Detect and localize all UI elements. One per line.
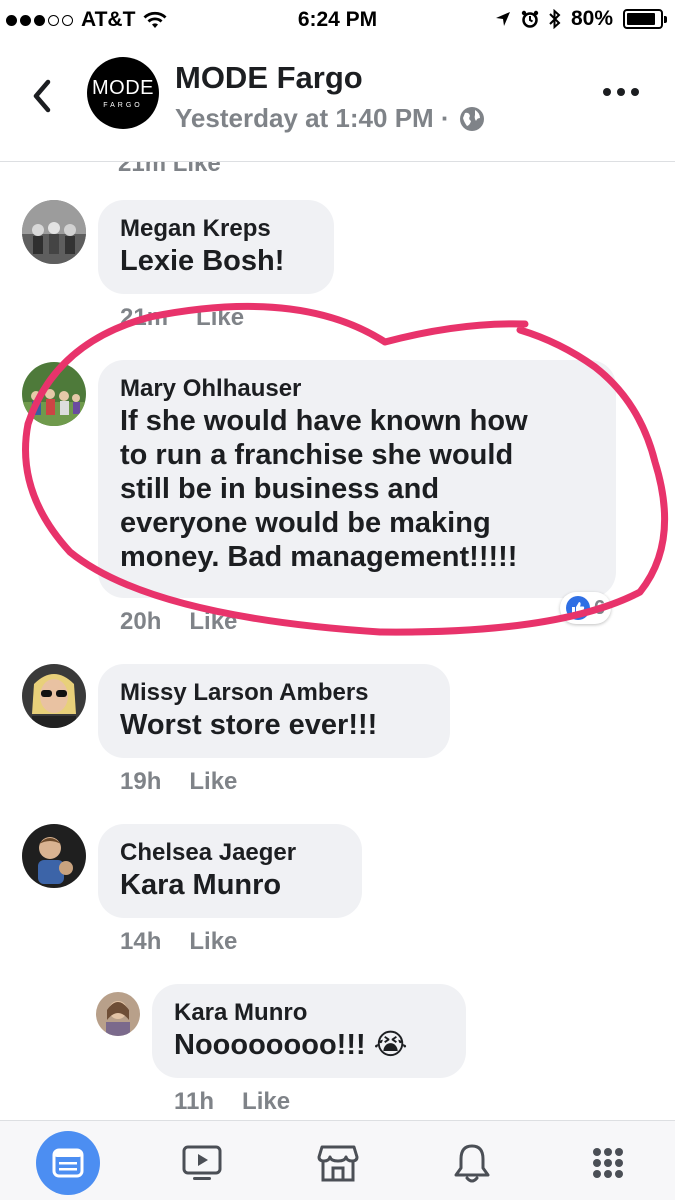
like-button[interactable]: Like — [196, 304, 244, 332]
comment-bubble[interactable]: Mary Ohlhauser If she would have known h… — [98, 360, 616, 598]
post-header: MODE FARGO MODE Fargo Yesterday at 1:40 … — [0, 40, 675, 162]
menu-tab[interactable] — [576, 1131, 640, 1195]
alarm-icon — [521, 10, 539, 28]
globe-icon — [459, 106, 484, 131]
reaction-count[interactable]: 6 — [560, 592, 612, 624]
comment-author[interactable]: Missy Larson Ambers — [120, 678, 430, 708]
comment-time: 14h — [120, 928, 162, 955]
battery-icon — [623, 9, 667, 29]
location-arrow-icon — [495, 12, 510, 26]
comment-time: 21m — [120, 304, 169, 331]
avatar[interactable] — [22, 200, 86, 264]
avatar[interactable] — [22, 664, 86, 728]
comment-time: 11h — [174, 1088, 215, 1115]
logo-text: MODE — [92, 77, 154, 99]
back-chevron-icon[interactable] — [28, 76, 56, 116]
comment-text-line: everyone would be making — [120, 507, 491, 539]
comment-meta: 21m Like — [120, 304, 244, 332]
page-logo[interactable]: MODE FARGO — [87, 57, 159, 129]
video-icon — [182, 1145, 222, 1180]
comment-author[interactable]: Chelsea Jaeger — [120, 838, 342, 868]
post-timestamp: Yesterday at 1:40 PM · — [175, 103, 486, 134]
avatar[interactable] — [22, 362, 86, 426]
marketplace-tab[interactable] — [306, 1131, 370, 1195]
comment-text-line: to run a franchise she would — [120, 439, 514, 471]
comment-text: Kara Munro — [120, 869, 282, 901]
comment-bubble[interactable]: Chelsea Jaeger Kara Munro — [98, 824, 362, 918]
marketplace-icon — [317, 1145, 359, 1182]
comment-meta: 11h Like — [174, 1088, 290, 1116]
status-bar: AT&T 6:24 PM 80% — [0, 0, 675, 40]
comment-text-line: money. Bad management!!!!! — [120, 541, 518, 573]
comment-meta: 20h Like — [120, 608, 237, 636]
comment-text: Lexie Bosh! — [120, 245, 285, 277]
comment-time: 19h — [120, 768, 162, 795]
avatar[interactable] — [96, 992, 140, 1036]
comment-text: Worst store ever!!! — [120, 709, 378, 741]
clipped-comment-meta: 21m Like — [118, 162, 221, 177]
logo-subtext: FARGO — [103, 102, 143, 109]
more-options-icon[interactable] — [603, 88, 639, 96]
battery-percent: 80% — [570, 7, 613, 30]
like-button[interactable]: Like — [189, 768, 237, 796]
reaction-number: 6 — [594, 596, 606, 619]
like-button[interactable]: Like — [242, 1088, 290, 1116]
comment-bubble[interactable]: Missy Larson Ambers Worst store ever!!! — [98, 664, 450, 758]
comment-meta: 19h Like — [120, 768, 237, 796]
timestamp-text: Yesterday at 1:40 PM · — [175, 103, 450, 133]
like-reaction-icon — [566, 596, 590, 620]
comment-text-line: still be in business and — [120, 473, 440, 505]
like-button[interactable]: Like — [189, 928, 237, 956]
bottom-tab-bar — [0, 1120, 675, 1200]
comments-list: 21m Like Megan Kreps Lexie Bosh! 21m Lik… — [0, 162, 675, 1120]
comment-bubble[interactable]: Kara Munro Noooooooo!!! 😭 — [152, 984, 466, 1078]
hand-drawn-highlight-circle — [22, 302, 669, 636]
comment-text: Noooooooo!!! 😭 — [174, 1029, 408, 1061]
notifications-icon — [454, 1144, 490, 1183]
notifications-tab[interactable] — [440, 1131, 504, 1195]
comment-author[interactable]: Mary Ohlhauser — [120, 374, 596, 404]
menu-grid-icon — [593, 1148, 623, 1178]
bluetooth-icon — [549, 9, 561, 29]
avatar[interactable] — [22, 824, 86, 888]
comment-time: 20h — [120, 608, 162, 635]
page-name[interactable]: MODE Fargo — [175, 60, 363, 96]
comment-author[interactable]: Megan Kreps — [120, 214, 314, 244]
video-tab[interactable] — [170, 1131, 234, 1195]
comment-meta: 14h Like — [120, 928, 237, 956]
like-button[interactable]: Like — [189, 608, 237, 636]
news-feed-tab[interactable] — [36, 1131, 100, 1195]
comment-bubble[interactable]: Megan Kreps Lexie Bosh! — [98, 200, 334, 294]
status-icons: 80% — [495, 7, 667, 31]
news-feed-icon — [52, 1148, 84, 1178]
comment-author[interactable]: Kara Munro — [174, 998, 446, 1028]
comment-text-line: If she would have known how — [120, 405, 528, 437]
